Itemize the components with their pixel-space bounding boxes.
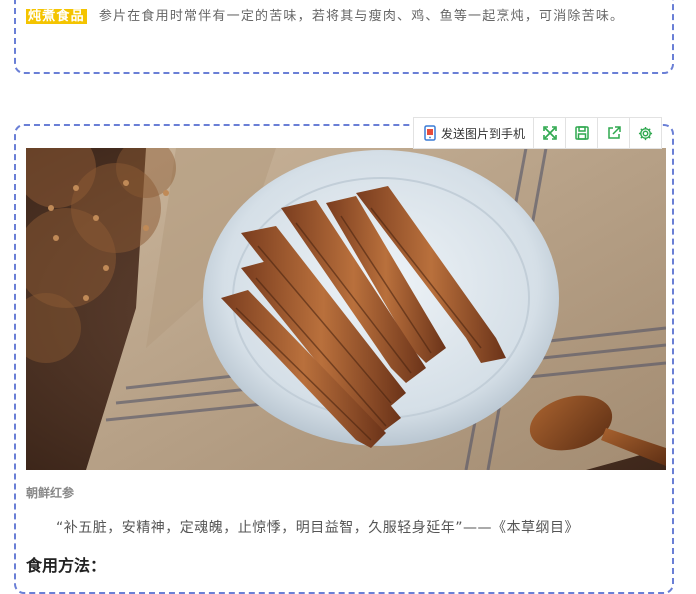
expand-icon [542,126,557,140]
image-toolbar: 发送图片到手机 [413,117,663,149]
intro-text: 参片在食用时常伴有一定的苦味，若将其与瘦肉、鸡、鱼等一起烹炖，可消除苦味。 [98,9,625,24]
settings-button[interactable] [630,118,661,148]
section-heading: 食用方法： [26,556,107,575]
send-to-phone-label: 发送图片到手机 [441,126,526,141]
share-button[interactable] [598,118,631,148]
tag-highlight: 炖煮食品 [26,9,87,24]
ginseng-photo [26,148,666,470]
image-caption: 朝鲜红参 [26,486,75,500]
gear-icon [638,126,653,140]
fullscreen-button[interactable] [534,118,567,148]
phone-icon [424,125,436,141]
save-image-button[interactable] [566,118,599,148]
intro-paragraph: 炖煮食品 参片在食用时常伴有一定的苦味，若将其与瘦肉、鸡、鱼等一起烹炖，可消除苦味… [26,4,668,30]
save-icon [574,126,589,140]
send-to-phone-button[interactable]: 发送图片到手机 [414,118,535,148]
quote-text: “补五脏，安精神，定魂魄，止惊悸，明目益智，久服轻身延年”——《本草纲目》 [56,520,580,536]
share-icon [607,126,621,139]
